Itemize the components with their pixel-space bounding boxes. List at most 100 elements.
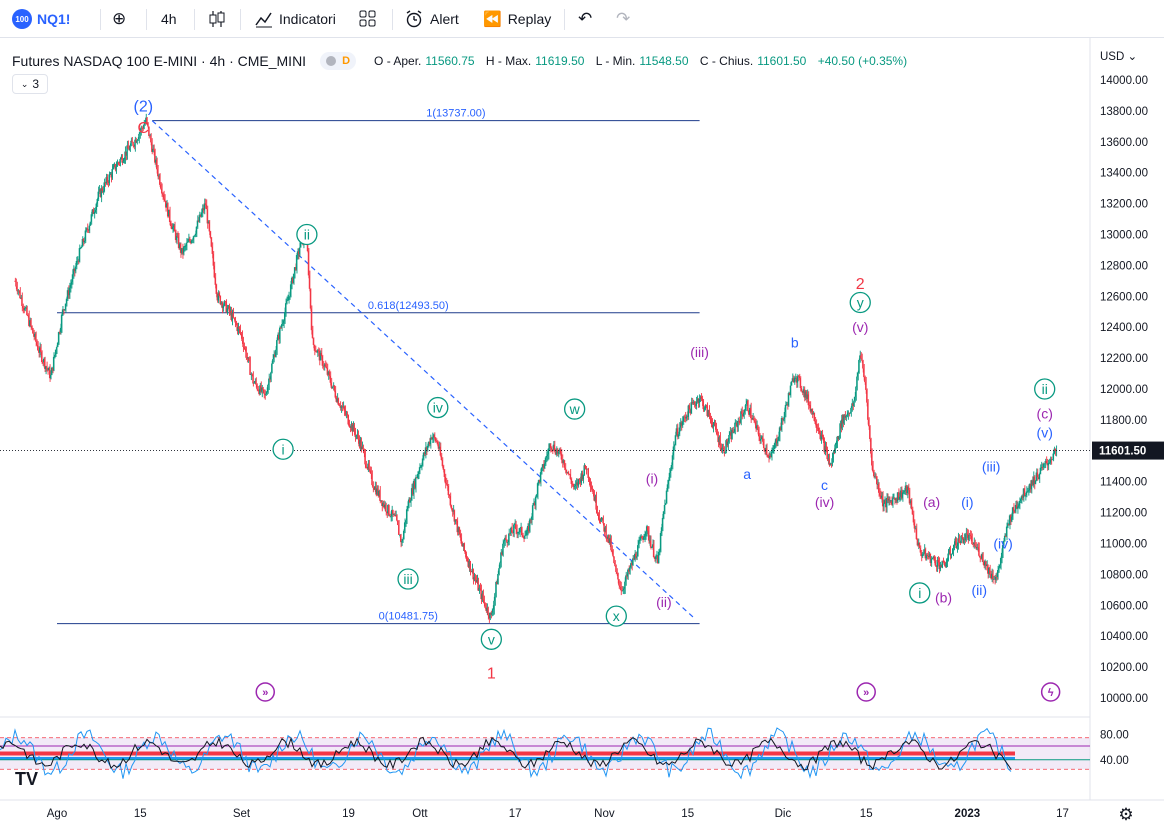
wave-label: ii (304, 227, 310, 243)
wave-label: a (743, 466, 751, 482)
event-marker-glyph: ϟ (1048, 687, 1054, 699)
price-tick-label: 13800.00 (1100, 106, 1148, 118)
wave-label: y (857, 294, 864, 310)
price-tick-label: 10000.00 (1100, 693, 1148, 705)
time-tick-label: Nov (594, 808, 615, 820)
wave-label: iii (403, 571, 412, 587)
change-value: +40.50 (+0.35%) (817, 54, 908, 68)
wave-label: (iv) (993, 536, 1012, 552)
time-axis: Ago 15 Set 19 Ott 17 Nov 15 Dic 15 2023 17 ⚙ (47, 805, 1134, 824)
wave-label: 1 (487, 665, 496, 682)
price-tick-label: 12600.00 (1100, 291, 1148, 303)
dashed-trendline (151, 120, 695, 619)
high-label: H - Max. (485, 54, 532, 68)
wave-label: (i) (646, 471, 658, 487)
wave-label: C (137, 120, 149, 137)
price-axis: 14000.00 13800.00 13600.00 13400.00 13200.00… (1092, 51, 1164, 767)
time-tick-label: 17 (509, 808, 522, 820)
chart-canvas[interactable]: 1(13737.00) 0.618(12493.50) 0(10481.75) (2… (0, 0, 1164, 837)
close-value: 11601.50 (757, 54, 807, 68)
price-tick-label: 13200.00 (1100, 199, 1148, 211)
price-candles (0, 113, 1090, 623)
legend-status[interactable]: D (320, 52, 357, 70)
price-tick-label: 13400.00 (1100, 168, 1148, 180)
event-marker-glyph: » (863, 687, 869, 699)
currency-button[interactable]: USD ⌄ (1100, 51, 1137, 63)
wave-label: (a) (923, 494, 940, 510)
price-tick-label: 10200.00 (1100, 662, 1148, 674)
wave-label: x (613, 608, 620, 624)
chevron-down-icon: ⌄ (20, 78, 29, 89)
legend-collapse-button[interactable]: ⌄ 3 (12, 74, 48, 94)
tradingview-logo[interactable]: TV (15, 769, 38, 790)
legend-title[interactable]: Futures NASDAQ 100 E-MINI · 4h · CME_MIN… (12, 53, 306, 69)
wave-label: c (821, 477, 828, 493)
time-tick-label: 15 (681, 808, 694, 820)
price-tick-label: 11800.00 (1100, 415, 1147, 427)
wave-label: (v) (852, 319, 868, 335)
wave-label: (ii) (656, 594, 672, 610)
wave-label: v (488, 631, 495, 647)
wave-label: (v) (1037, 424, 1053, 440)
last-price-label: 11601.50 (1099, 446, 1146, 458)
low-value: 11548.50 (639, 54, 689, 68)
fib-level-label: 0.618(12493.50) (368, 300, 449, 312)
time-tick-label: 19 (342, 808, 355, 820)
price-tick-label: 13600.00 (1100, 137, 1148, 149)
time-tick-label: 15 (860, 808, 873, 820)
wave-label: 2 (856, 276, 865, 293)
time-tick-label: 15 (134, 808, 147, 820)
chart-legend: Futures NASDAQ 100 E-MINI · 4h · CME_MIN… (12, 52, 915, 70)
price-tick-label: 11200.00 (1100, 508, 1147, 520)
wave-label: (iv) (815, 494, 834, 510)
wave-label: (iii) (690, 344, 709, 360)
open-value: 11560.75 (425, 54, 475, 68)
time-tick-label: Ott (412, 808, 428, 820)
high-value: 11619.50 (535, 54, 585, 68)
price-tick-label: 11000.00 (1100, 539, 1147, 551)
price-tick-label: 11400.00 (1100, 477, 1147, 489)
price-tick-label: 12000.00 (1100, 384, 1148, 396)
delayed-flag: D (342, 55, 351, 67)
price-tick-label: 13000.00 (1100, 230, 1148, 242)
low-label: L - Min. (595, 54, 636, 68)
fib-level-label: 1(13737.00) (426, 108, 485, 120)
wave-labels: (2)Ciiiiviiiv1wx(i)(ii)(iii)abc(iv)(v)y2… (133, 98, 1056, 682)
wave-label: (iii) (982, 458, 1001, 474)
price-tick-label: 14000.00 (1100, 75, 1148, 87)
oscillator-tick-label: 80.00 (1100, 730, 1129, 742)
close-label: C - Chius. (699, 54, 754, 68)
time-tick-label: 17 (1056, 808, 1069, 820)
levels-count: 3 (32, 77, 40, 91)
chart-grid (0, 38, 1164, 801)
wave-label: (b) (935, 590, 952, 606)
wave-label: ii (1042, 381, 1048, 397)
gear-icon[interactable]: ⚙ (1118, 805, 1133, 824)
wave-label: iv (433, 400, 443, 416)
price-tick-label: 12200.00 (1100, 353, 1148, 365)
oscillator-tick-label: 40.00 (1100, 755, 1129, 767)
fib-level-label: 0(10481.75) (379, 611, 438, 623)
wave-label: (c) (1037, 406, 1053, 422)
open-label: O - Aper. (374, 54, 422, 68)
event-marker-glyph: » (262, 687, 268, 699)
price-tick-label: 10600.00 (1100, 600, 1148, 612)
wave-label: b (791, 335, 799, 351)
market-status-dot (326, 56, 337, 66)
event-markers: » » ϟ (255, 682, 1061, 702)
wave-label: w (569, 401, 581, 417)
price-tick-label: 12400.00 (1100, 322, 1148, 334)
wave-label: (2) (133, 98, 153, 115)
fib-levels: 1(13737.00) 0.618(12493.50) 0(10481.75) (57, 108, 700, 625)
price-tick-label: 12800.00 (1100, 260, 1148, 272)
wave-label: i (918, 585, 921, 601)
trendline (151, 120, 695, 619)
wave-label: i (282, 441, 285, 457)
wave-label: (i) (961, 494, 973, 510)
price-tick-label: 10800.00 (1100, 569, 1148, 581)
price-tick-label: 10400.00 (1100, 631, 1148, 643)
time-tick-label: Ago (47, 808, 67, 820)
time-tick-label: Set (233, 808, 251, 820)
wave-label: (ii) (971, 582, 987, 598)
ohlc-values: O - Aper. 11560.75 H - Max. 11619.50 L - M… (374, 54, 915, 68)
